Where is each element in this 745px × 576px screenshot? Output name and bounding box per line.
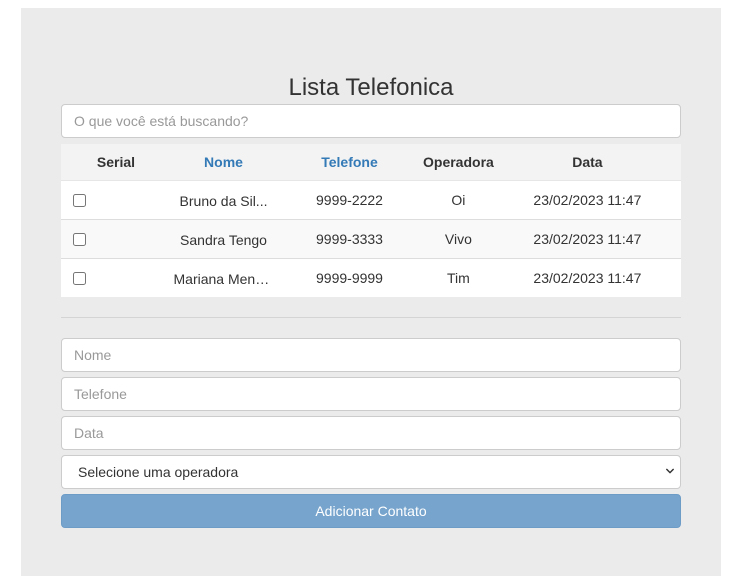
- row-checkbox[interactable]: [73, 271, 86, 285]
- add-contact-button[interactable]: Adicionar Contato: [61, 494, 681, 528]
- row-checkbox[interactable]: [73, 193, 86, 207]
- contacts-table: Serial Nome Telefone Operadora Data Brun…: [61, 144, 681, 297]
- nome-field[interactable]: [61, 338, 681, 372]
- cell-operadora: Vivo: [423, 219, 494, 259]
- column-header-nome[interactable]: Nome: [171, 144, 276, 181]
- chevron-down-icon: [666, 468, 674, 474]
- table-header-row: Serial Nome Telefone Operadora Data: [61, 144, 681, 181]
- column-header-data: Data: [493, 144, 681, 181]
- search-input[interactable]: [61, 104, 681, 138]
- table-row: Sandra Tengo 9999-3333 Vivo 23/02/2023 1…: [61, 219, 681, 259]
- row-select-cell: [61, 219, 171, 259]
- column-header-operadora: Operadora: [423, 144, 494, 181]
- cell-nome: Bruno da Sil...: [171, 180, 276, 220]
- cell-operadora: Oi: [423, 180, 494, 220]
- cell-nome: Mariana Mend...: [171, 258, 276, 297]
- cell-telefone: 9999-2222: [276, 180, 423, 220]
- table-row: Mariana Mend... 9999-9999 Tim 23/02/2023…: [61, 258, 681, 297]
- data-field[interactable]: [61, 416, 681, 450]
- cell-telefone: 9999-9999: [276, 258, 423, 297]
- contact-name: Mariana Mend...: [173, 270, 274, 287]
- cell-data: 23/02/2023 11:47: [493, 180, 681, 220]
- operadora-select-value: Selecione uma operadora: [78, 464, 239, 480]
- column-header-telefone[interactable]: Telefone: [276, 144, 423, 181]
- column-header-serial: Serial: [61, 144, 171, 181]
- page-title: Lista Telefonica: [288, 74, 454, 101]
- telefone-field[interactable]: [61, 377, 681, 411]
- section-divider: [61, 317, 681, 318]
- row-checkbox[interactable]: [73, 232, 86, 246]
- cell-operadora: Tim: [423, 258, 494, 297]
- cell-telefone: 9999-3333: [276, 219, 423, 259]
- table-row: Bruno da Sil... 9999-2222 Oi 23/02/2023 …: [61, 180, 681, 220]
- contact-name: Bruno da Sil...: [179, 192, 268, 209]
- contact-name: Sandra Tengo: [180, 231, 267, 248]
- cell-data: 23/02/2023 11:47: [493, 258, 681, 297]
- cell-data: 23/02/2023 11:47: [493, 219, 681, 259]
- row-select-cell: [61, 180, 171, 220]
- cell-nome: Sandra Tengo: [171, 219, 276, 259]
- main-panel: Lista Telefonica Serial Nome Telefone Op…: [21, 8, 721, 576]
- operadora-select[interactable]: Selecione uma operadora: [61, 455, 681, 489]
- row-select-cell: [61, 258, 171, 297]
